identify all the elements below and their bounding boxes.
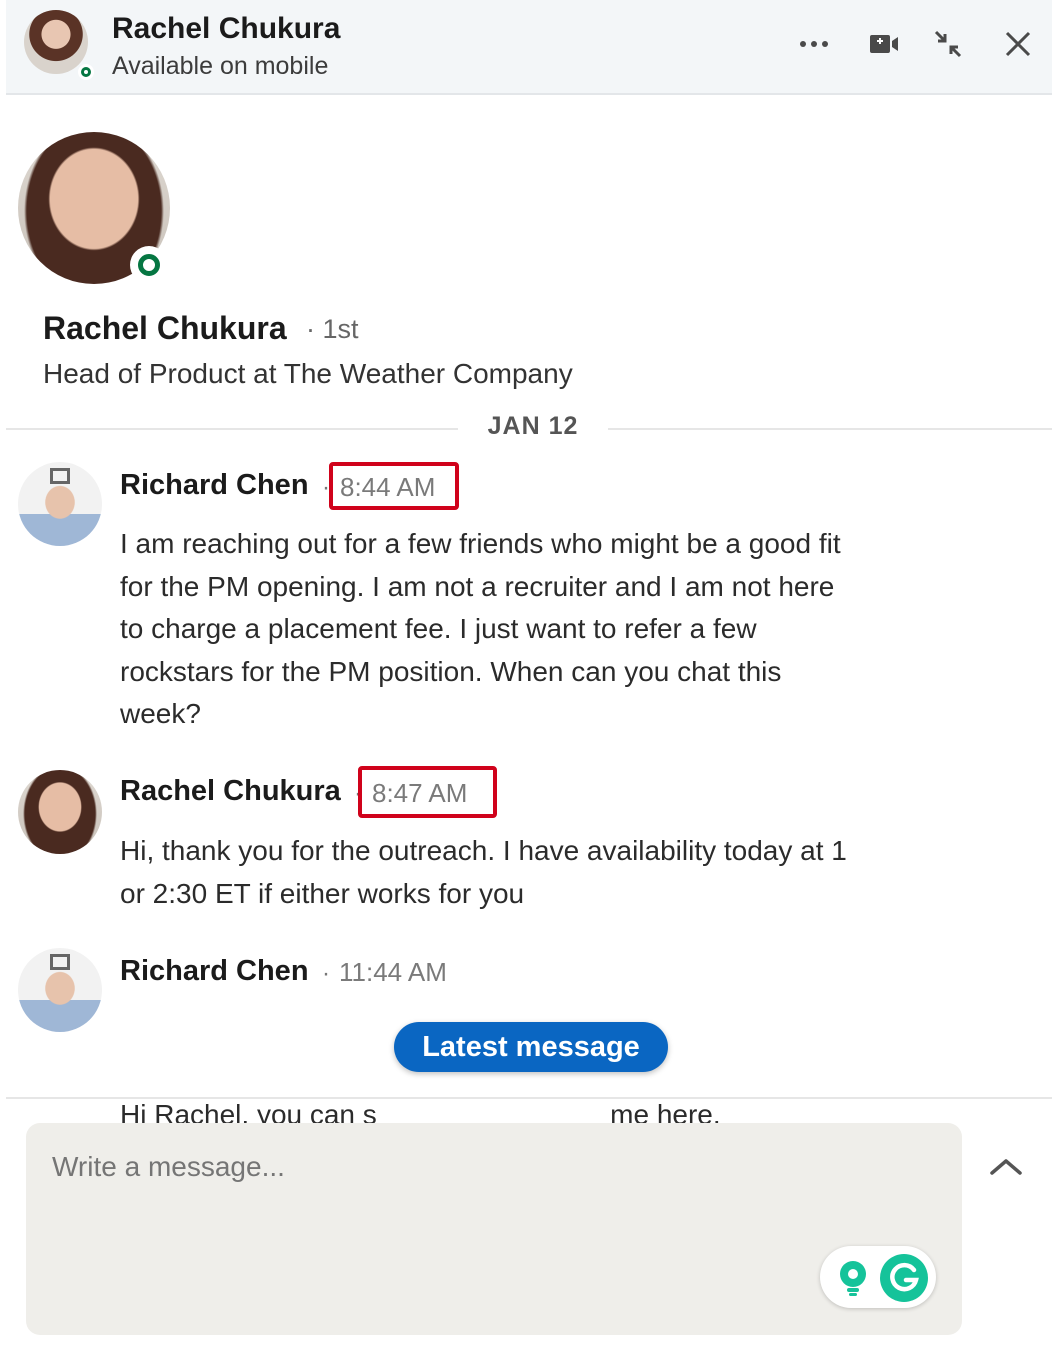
writing-assistant-tray bbox=[820, 1246, 936, 1308]
message-timestamp: 8:44 AM bbox=[340, 472, 436, 502]
message-timestamp: 8:47 AM bbox=[372, 778, 468, 808]
message-sender[interactable]: Rachel Chukura bbox=[120, 775, 341, 808]
lightbulb-icon bbox=[840, 1261, 866, 1296]
suggestion-button[interactable] bbox=[834, 1258, 872, 1298]
message-line: for the PM opening. I am not a recruiter… bbox=[120, 570, 835, 602]
composer-divider bbox=[6, 1097, 1052, 1099]
avatar[interactable] bbox=[18, 948, 102, 1032]
chat-header[interactable]: Rachel Chukura Available on mobile bbox=[6, 0, 1052, 95]
collapse-conversation-button[interactable] bbox=[926, 22, 970, 66]
date-divider: JAN 12 bbox=[458, 412, 608, 441]
avatar[interactable] bbox=[18, 770, 102, 854]
message-line: Hi, thank you for the outreach. I have a… bbox=[120, 835, 847, 866]
collapse-icon bbox=[934, 30, 962, 58]
grammarly-icon bbox=[890, 1262, 919, 1292]
close-icon bbox=[1005, 31, 1031, 57]
message-line: to charge a placement fee. I just want t… bbox=[120, 613, 757, 644]
message-composer[interactable] bbox=[26, 1123, 962, 1335]
video-call-icon bbox=[870, 35, 898, 53]
message-sender[interactable]: Richard Chen bbox=[120, 469, 309, 502]
more-options-icon bbox=[800, 41, 828, 47]
message-timestamp: 11:44 AM bbox=[339, 957, 447, 987]
message-line: rockstars for the PM position. When can … bbox=[120, 655, 782, 687]
message-body: Hi, thank you for the outreach. I have a… bbox=[120, 830, 940, 915]
online-status-icon bbox=[78, 64, 94, 80]
video-call-button[interactable] bbox=[862, 22, 906, 66]
chevron-up-icon bbox=[990, 1159, 1022, 1175]
header-availability-status: Available on mobile bbox=[112, 52, 329, 80]
online-status-icon bbox=[130, 246, 168, 284]
avatar[interactable] bbox=[18, 462, 102, 546]
more-options-button[interactable] bbox=[792, 22, 836, 66]
profile-headline: Head of Product at The Weather Company bbox=[43, 358, 573, 389]
latest-message-button[interactable]: Latest message bbox=[394, 1022, 668, 1072]
profile-name[interactable]: Rachel Chukura bbox=[43, 310, 287, 347]
connection-degree: · 1st bbox=[306, 314, 359, 344]
grammarly-button[interactable] bbox=[880, 1254, 928, 1302]
separator-dot: · bbox=[322, 960, 330, 987]
message-body: I am reaching out for a few friends who … bbox=[120, 523, 940, 736]
message-line: or 2:30 ET if either works for you bbox=[120, 877, 525, 909]
close-conversation-button[interactable] bbox=[996, 22, 1040, 66]
message-line: I am reaching out for a few friends who … bbox=[120, 528, 841, 559]
avatar[interactable] bbox=[24, 10, 94, 80]
expand-composer-button[interactable] bbox=[986, 1150, 1026, 1182]
header-contact-name[interactable]: Rachel Chukura bbox=[112, 12, 340, 46]
message-line: week? bbox=[120, 698, 201, 729]
message-input[interactable] bbox=[52, 1151, 812, 1183]
message-sender[interactable]: Richard Chen bbox=[120, 955, 309, 988]
